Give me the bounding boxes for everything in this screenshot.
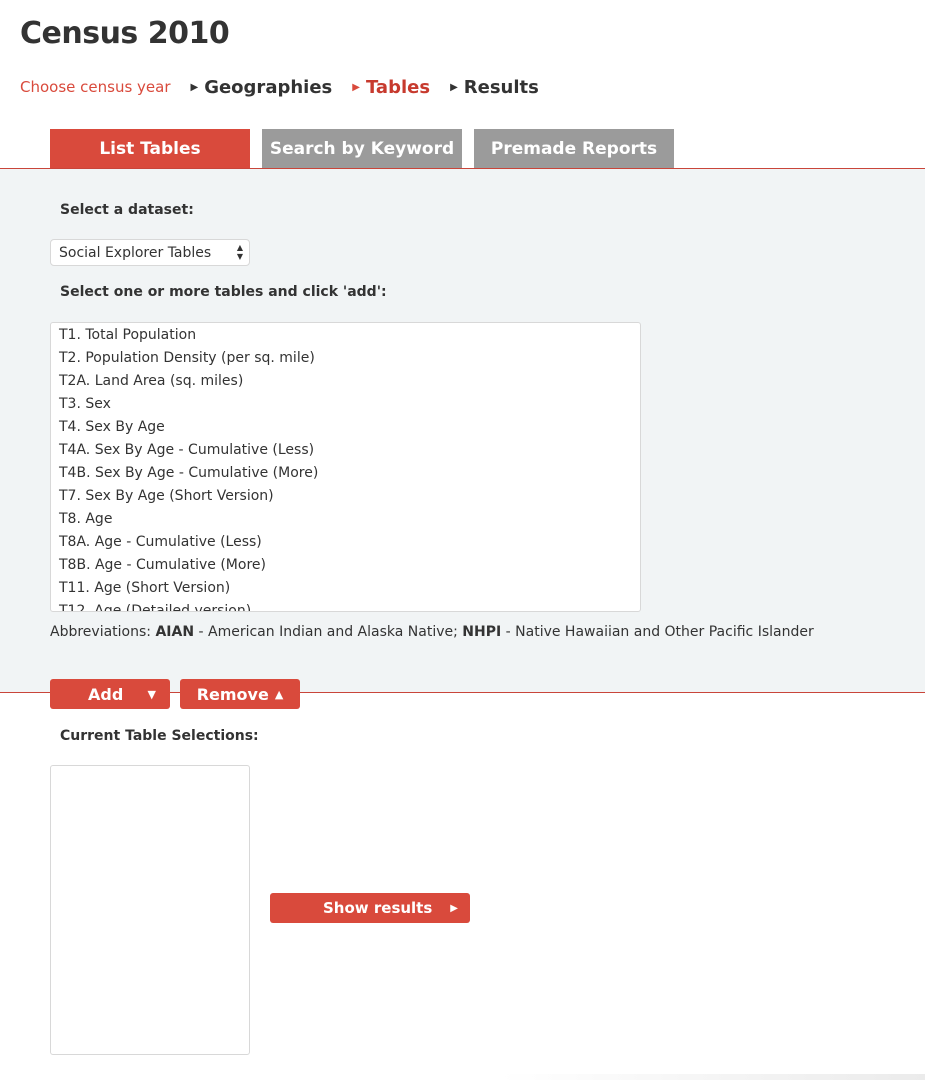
tab-search-by-keyword[interactable]: Search by Keyword [262,129,462,168]
list-item[interactable]: T3. Sex [51,393,640,416]
current-selections-listbox[interactable] [50,765,250,1055]
show-results-label: Show results [323,899,433,917]
remove-button[interactable]: Remove ▲ [180,679,300,709]
tab-list-tables[interactable]: List Tables [50,129,250,168]
list-item[interactable]: T8A. Age - Cumulative (Less) [51,531,640,554]
triangle-right-icon: ▶ [190,81,199,93]
triangle-down-icon: ▼ [147,687,156,701]
selections-label: Current Table Selections: [60,728,259,744]
breadcrumb-results-label: Results [463,76,539,98]
triangle-right-icon: ▶ [450,81,458,93]
triangle-right-icon: ▶ [450,902,458,914]
add-button[interactable]: Add ▼ [50,679,170,709]
show-results-button[interactable]: Show results ▶ [270,893,470,923]
dataset-select[interactable]: Social Explorer Tables ▲ ▼ [50,239,250,266]
list-item[interactable]: T8B. Age - Cumulative (More) [51,554,640,577]
abbreviations-prefix: Abbreviations: [50,624,156,640]
dataset-label: Select a dataset: [60,202,194,218]
abbr-nhpi: NHPI [462,624,502,640]
tab-premade-reports[interactable]: Premade Reports [474,129,674,168]
list-item[interactable]: T8. Age [51,508,640,531]
tables-listbox[interactable]: T1. Total Population T2. Population Dens… [50,322,641,612]
select-arrows-icon: ▲ ▼ [236,243,243,261]
breadcrumb-tables[interactable]: ▶ Tables [352,77,430,98]
list-item[interactable]: T1. Total Population [51,324,640,347]
abbreviations-note: Abbreviations: AIAN - American Indian an… [50,624,814,640]
remove-button-label: Remove [196,684,269,704]
tables-label: Select one or more tables and click 'add… [60,284,387,300]
page-title: Census 2010 [20,16,230,51]
list-item[interactable]: T4B. Sex By Age - Cumulative (More) [51,462,640,485]
breadcrumb-geographies[interactable]: ▶ Geographies [191,77,333,98]
triangle-right-icon: ▶ [352,81,360,93]
list-item[interactable]: T2A. Land Area (sq. miles) [51,370,640,393]
list-item[interactable]: T11. Age (Short Version) [51,577,640,600]
triangle-up-icon: ▲ [274,687,284,701]
breadcrumb-choose-year-link[interactable]: Choose census year [20,78,171,96]
list-item[interactable]: T2. Population Density (per sq. mile) [51,347,640,370]
bottom-shadow [500,1074,925,1080]
breadcrumb-geographies-label: Geographies [204,76,333,98]
add-button-label: Add [88,684,124,704]
list-item[interactable]: T7. Sex By Age (Short Version) [51,485,640,508]
abbr-nhpi-text: - Native Hawaiian and Other Pacific Isla… [501,624,814,640]
list-item[interactable]: T4A. Sex By Age - Cumulative (Less) [51,439,640,462]
list-item[interactable]: T4. Sex By Age [51,416,640,439]
list-item[interactable]: T12. Age (Detailed version) [51,600,640,611]
breadcrumb: Choose census year ▶ Geographies ▶ Table… [20,74,539,100]
abbr-aian: AIAN [155,624,195,640]
dataset-select-value: Social Explorer Tables [59,244,212,261]
breadcrumb-results[interactable]: ▶ Results [450,77,539,98]
abbr-aian-text: - American Indian and Alaska Native; [194,624,463,640]
breadcrumb-tables-label: Tables [365,76,431,98]
